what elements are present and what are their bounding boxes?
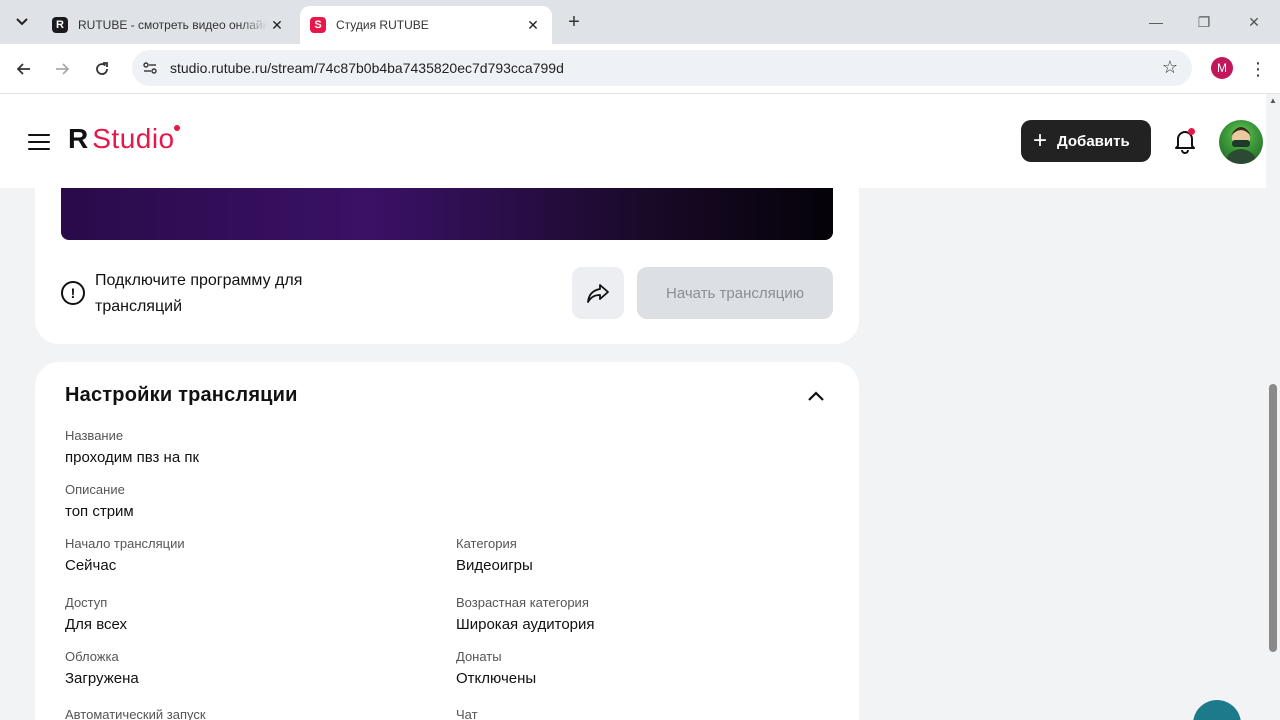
browser-tab-bar: R RUTUBE - смотреть видео онлайн ✕ S Сту… — [0, 0, 1280, 44]
field-label: Доступ — [65, 595, 108, 610]
avatar-image-icon — [1225, 127, 1257, 164]
tab-search-button[interactable] — [8, 8, 36, 36]
field-value: топ стрим — [65, 503, 134, 520]
field-name: Название проходим пвз на пк — [65, 428, 199, 466]
browser-tab-studio[interactable]: S Студия RUTUBE ✕ — [300, 6, 552, 44]
browser-tab-rutube[interactable]: R RUTUBE - смотреть видео онлайн ✕ — [42, 6, 296, 44]
field-donations: Донаты Отключены — [456, 649, 536, 687]
profile-avatar[interactable]: M — [1211, 57, 1233, 79]
site-settings-icon[interactable] — [140, 58, 160, 78]
field-label: Автоматический запуск — [65, 707, 206, 720]
field-access: Доступ Для всех — [65, 595, 127, 633]
share-icon — [587, 284, 609, 303]
browser-toolbar: studio.rutube.ru/stream/74c87b0b4ba74358… — [0, 44, 1280, 94]
more-menu-icon[interactable]: ⋮ — [1248, 56, 1268, 82]
field-value: Отключены — [456, 670, 537, 687]
field-value: Для всех — [65, 616, 128, 633]
minimize-button[interactable]: — — [1142, 8, 1170, 36]
forward-button[interactable] — [48, 55, 76, 83]
tab-title: RUTUBE - смотреть видео онлайн — [78, 18, 268, 32]
menu-icon[interactable] — [28, 134, 50, 150]
scrollbar-thumb[interactable] — [1269, 384, 1277, 652]
add-button-label: Добавить — [1057, 132, 1130, 150]
rstudio-logo[interactable]: R Studio — [68, 123, 180, 155]
settings-title: Настройки трансляции — [65, 384, 298, 406]
notifications-button[interactable] — [1172, 128, 1198, 154]
collapse-settings-button[interactable] — [805, 386, 827, 406]
field-label: Категория — [456, 536, 517, 551]
field-value: Широкая аудитория — [456, 616, 595, 633]
chevron-up-icon — [808, 391, 824, 401]
field-value: Загружена — [65, 670, 139, 687]
rutube-favicon-icon: R — [52, 17, 68, 33]
connect-software-message: Подключите программу для трансляций — [95, 272, 303, 315]
new-tab-button[interactable]: + — [562, 10, 586, 34]
field-label: Возрастная категория — [456, 595, 589, 610]
scroll-up-icon[interactable]: ▲ — [1268, 96, 1278, 106]
field-category: Категория Видеоигры — [456, 536, 533, 574]
restore-button[interactable]: ❐ — [1190, 8, 1218, 36]
star-icon[interactable]: ☆ — [1162, 57, 1178, 78]
app-header: R Studio + Добавить — [0, 94, 1266, 188]
stream-card: ! Подключите программу для трансляций На… — [35, 188, 859, 344]
field-value: Сейчас — [65, 557, 117, 574]
share-button[interactable] — [572, 267, 624, 319]
notification-dot — [1188, 128, 1195, 135]
add-button[interactable]: + Добавить — [1021, 120, 1151, 162]
field-value: проходим пвз на пк — [65, 449, 200, 466]
page-scrollbar[interactable]: ▲ — [1266, 94, 1280, 720]
field-start: Начало трансляции Сейчас — [65, 536, 185, 574]
plus-icon: + — [1033, 127, 1048, 154]
tab-title: Студия RUTUBE — [336, 18, 429, 32]
close-icon[interactable]: ✕ — [268, 16, 286, 34]
user-avatar[interactable] — [1219, 120, 1263, 164]
field-value: Видеоигры — [456, 557, 533, 574]
field-label: Чат — [456, 707, 478, 720]
stream-settings-card: Настройки трансляции Название проходим п… — [35, 362, 859, 720]
chevron-down-icon — [16, 18, 28, 26]
back-button[interactable] — [10, 55, 38, 83]
plus-icon: + — [568, 10, 580, 33]
field-chat: Чат — [456, 707, 478, 720]
restore-icon: ❐ — [1197, 13, 1211, 30]
field-label: Название — [65, 428, 124, 443]
logo-studio: Studio — [92, 123, 175, 154]
field-label: Начало трансляции — [65, 536, 185, 551]
address-bar[interactable]: studio.rutube.ru/stream/74c87b0b4ba74358… — [132, 50, 1192, 86]
field-autostart: Автоматический запуск — [65, 707, 206, 720]
studio-favicon-icon: S — [310, 17, 326, 33]
close-icon: ✕ — [1248, 13, 1260, 30]
stream-preview — [61, 188, 833, 240]
close-window-button[interactable]: ✕ — [1240, 8, 1268, 36]
field-age-category: Возрастная категория Широкая аудитория — [456, 595, 595, 633]
start-stream-button[interactable]: Начать трансляцию — [637, 267, 833, 319]
arrow-right-icon — [56, 63, 70, 75]
minimize-icon: — — [1149, 14, 1163, 30]
reload-icon — [96, 62, 108, 75]
close-icon[interactable]: ✕ — [524, 16, 542, 34]
field-description: Описание топ стрим — [65, 482, 134, 520]
warning-icon: ! — [61, 281, 85, 305]
support-chat-button[interactable] — [1193, 700, 1241, 720]
reload-button[interactable] — [88, 55, 116, 83]
arrow-left-icon — [16, 63, 30, 75]
logo-r: R — [68, 123, 89, 154]
field-cover: Обложка Загружена — [65, 649, 139, 687]
url-text: studio.rutube.ru/stream/74c87b0b4ba74358… — [170, 60, 564, 76]
field-label: Донаты — [456, 649, 502, 664]
logo-dot — [173, 125, 180, 131]
field-label: Описание — [65, 482, 125, 497]
field-label: Обложка — [65, 649, 119, 664]
